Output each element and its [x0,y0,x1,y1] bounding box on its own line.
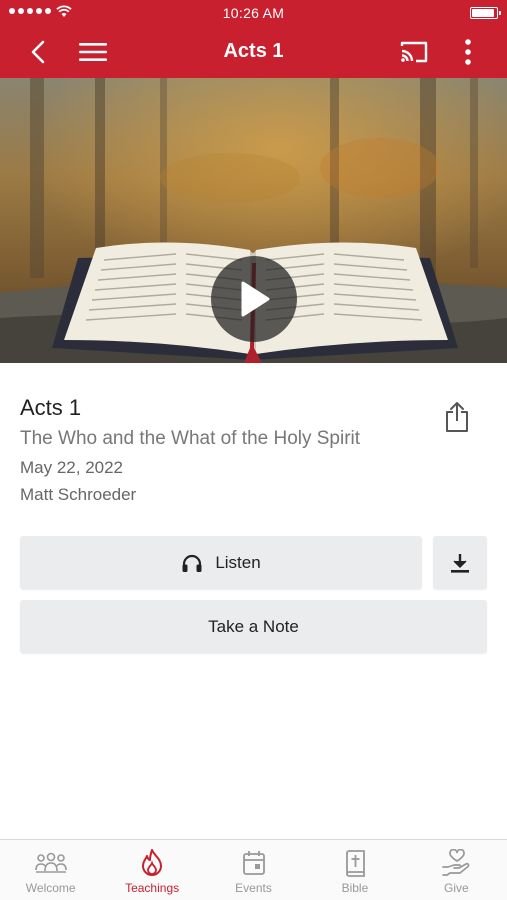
download-icon [451,553,469,573]
tab-events[interactable]: Events [203,840,304,900]
cast-button[interactable] [396,34,432,70]
sermon-speaker: Matt Schroeder [20,485,137,504]
listen-label: Listen [215,552,261,572]
play-button[interactable] [211,256,297,342]
download-button[interactable] [433,536,487,589]
people-icon [34,852,67,873]
tab-give[interactable]: Give [406,840,507,900]
calendar-icon [242,851,265,875]
sermon-thumbnail[interactable] [0,78,507,363]
flame-icon [142,849,163,876]
tab-bible[interactable]: Bible [304,840,405,900]
share-button[interactable] [440,399,474,435]
tab-label: Teachings [125,881,180,895]
take-note-button[interactable]: Take a Note [20,600,487,653]
more-vertical-icon [465,39,471,65]
navigation-bar: Acts 1 [0,26,507,78]
tab-label: Bible [341,881,369,895]
tab-label: Give [443,881,469,895]
sermon-title: Acts 1 [20,395,82,420]
tab-label: Events [235,881,272,895]
cast-icon [400,41,428,63]
tab-label: Welcome [25,881,76,895]
play-icon [241,281,270,317]
heart-hand-icon [442,849,470,876]
battery-icon [470,7,501,19]
sermon-date: May 22, 2022 [20,458,124,477]
share-icon [446,402,468,432]
status-bar: 10:26 AM [0,0,507,26]
listen-button[interactable]: Listen [20,536,422,589]
tab-teachings[interactable]: Teachings [101,840,202,900]
tab-welcome[interactable]: Welcome [0,840,101,900]
bible-icon [346,849,365,877]
status-time: 10:26 AM [222,5,285,21]
headphones-icon [182,554,202,572]
take-note-label: Take a Note [208,616,299,636]
sermon-subtitle: The Who and the What of the Holy Spirit [20,428,361,449]
more-options-button[interactable] [450,34,486,70]
bottom-tab-bar: Welcome Teachings Events Bible Give [0,839,507,900]
